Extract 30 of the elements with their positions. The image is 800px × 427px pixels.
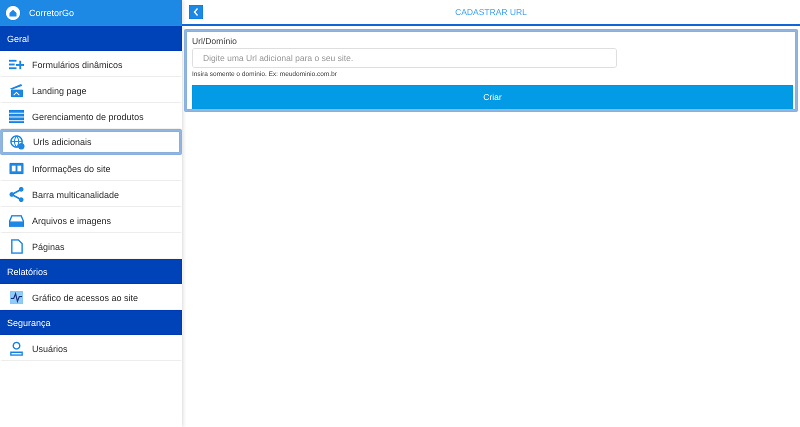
sidebar-item[interactable]: Formulários dinâmicos xyxy=(0,51,182,77)
section-header: Segurança xyxy=(0,310,182,335)
sidebar-item[interactable]: Usuários xyxy=(0,335,182,361)
url-field[interactable]: Digite uma Url adicional para o seu site. xyxy=(192,48,617,68)
section-header: Geral xyxy=(0,26,182,51)
sidebar-item[interactable]: Arquivos e imagens xyxy=(0,207,182,233)
landing-icon xyxy=(9,83,24,98)
sidebar-item[interactable]: Barra multicanalidade xyxy=(0,181,182,207)
chevron-left-icon xyxy=(192,7,200,17)
page-icon xyxy=(9,239,24,254)
chart-icon xyxy=(9,290,24,305)
user-icon xyxy=(9,341,24,356)
list-icon xyxy=(9,109,24,124)
sidebar-item[interactable]: Landing page xyxy=(0,77,182,103)
field-label: Url/Domínio xyxy=(192,36,238,46)
globe-icon xyxy=(10,134,25,150)
list-plus-icon xyxy=(9,57,24,72)
back-button[interactable] xyxy=(189,5,203,19)
drive-icon xyxy=(9,213,24,228)
section-header: Relatórios xyxy=(0,259,182,284)
panel-icon xyxy=(9,161,24,176)
sidebar-item[interactable]: Informações do site xyxy=(0,155,182,181)
sidebar-item[interactable]: Urls adicionais xyxy=(0,129,182,155)
sidebar-item[interactable]: Gerenciamento de produtos xyxy=(0,103,182,129)
sidebar-item[interactable]: Gráfico de acessos ao site xyxy=(0,284,182,310)
page-title: CADASTRAR URL xyxy=(455,7,527,17)
sidebar-item[interactable]: Páginas xyxy=(0,233,182,259)
share-icon xyxy=(9,187,24,202)
home-icon xyxy=(6,6,20,20)
brand-name: CorretorGo xyxy=(29,8,74,18)
